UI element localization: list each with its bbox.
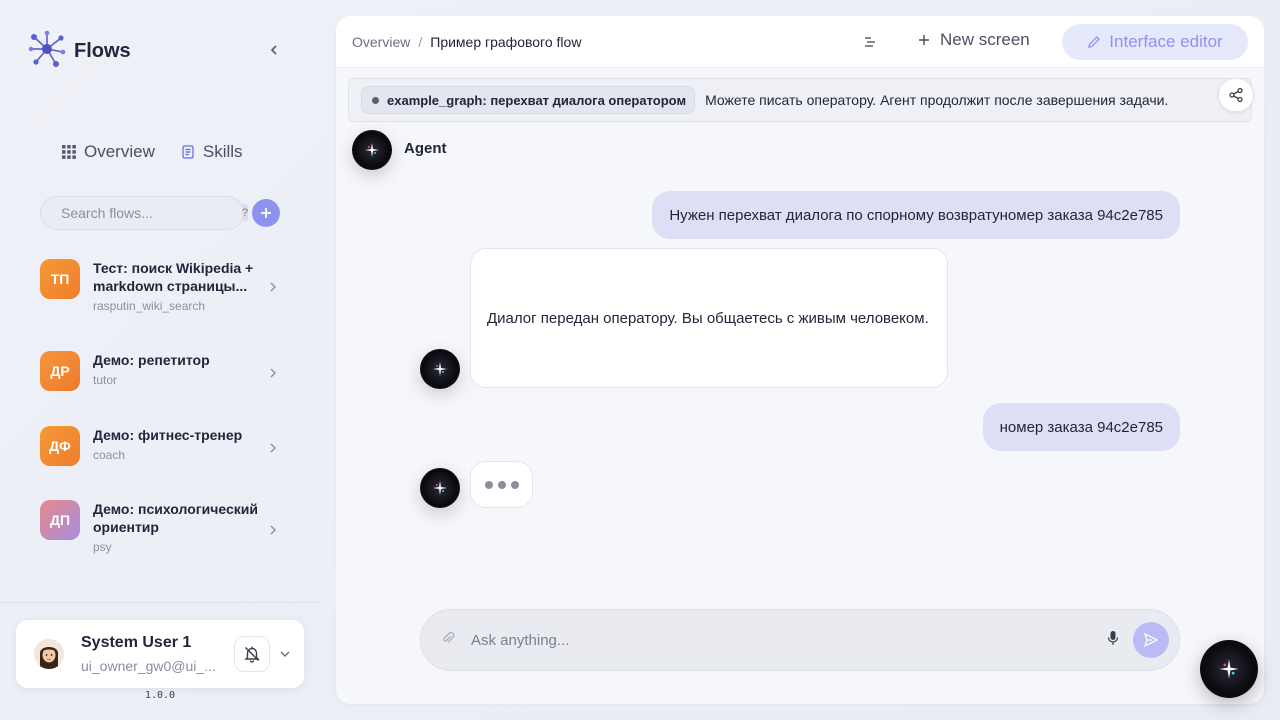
flow-slug: coach	[93, 448, 126, 462]
plus-icon	[919, 35, 929, 45]
grid-icon	[62, 145, 76, 159]
top-bar: Overview / Пример графового flow New scr…	[336, 16, 1264, 68]
microphone-icon[interactable]	[1107, 630, 1119, 651]
interface-editor-button[interactable]: Interface editor	[1062, 24, 1248, 60]
chevron-right-icon	[270, 522, 276, 538]
flow-item[interactable]: ДР Демо: репетитор tutor	[40, 351, 284, 391]
breadcrumb-current: Пример графового flow	[430, 33, 582, 50]
bell-off-icon	[244, 646, 260, 663]
status-badge: example_graph: перехват диалога оператор…	[361, 86, 696, 114]
chevron-right-icon	[270, 279, 276, 295]
attachment-icon[interactable]	[441, 630, 455, 651]
new-screen-button[interactable]: New screen	[918, 30, 1030, 50]
brand[interactable]: Flows	[28, 30, 131, 73]
sidebar: Flows Overview Skills ? ТП Тест: поиск W…	[0, 0, 320, 720]
flow-slug: psy	[93, 540, 112, 554]
flow-item[interactable]: ДФ Демо: фитнес-тренер coach	[40, 426, 284, 466]
avatar	[34, 639, 64, 669]
status-dot	[372, 96, 379, 104]
user-message: Нужен перехват диалога по спорному возвр…	[652, 191, 1180, 239]
flow-avatar: ДП	[40, 500, 80, 540]
flow-item[interactable]: ТП Тест: поиск Wikipedia + markdown стра…	[40, 259, 284, 313]
outline-menu-icon[interactable]	[862, 34, 878, 50]
chat-composer	[420, 609, 1180, 671]
plus-icon	[261, 208, 271, 218]
chevron-down-icon[interactable]	[280, 648, 290, 660]
chat-input[interactable]	[471, 631, 1107, 649]
nav-overview-label: Overview	[84, 142, 155, 161]
sparkle-icon	[1219, 659, 1239, 679]
flow-title: Тест: поиск Wikipedia + markdown страниц…	[93, 260, 254, 294]
chevron-right-icon	[270, 440, 276, 456]
search-input[interactable]	[61, 205, 242, 221]
share-icon	[1229, 87, 1243, 103]
agent-header: Agent	[352, 130, 447, 170]
flow-slug: tutor	[93, 373, 118, 387]
sparkle-icon	[365, 143, 379, 157]
share-button[interactable]	[1218, 78, 1254, 112]
user-message: номер заказа 94c2e785	[982, 403, 1180, 451]
scroll-icon	[182, 145, 194, 159]
chevron-right-icon	[270, 365, 276, 381]
typing-indicator	[470, 461, 533, 508]
flow-avatar: ДР	[40, 351, 80, 391]
flows-logo-icon	[28, 30, 66, 73]
nav-overview[interactable]: Overview	[62, 142, 155, 162]
nav-skills-label: Skills	[202, 142, 243, 161]
interface-editor-label: Interface editor	[1109, 32, 1223, 51]
typing-dot	[510, 480, 519, 489]
user-email: ui_owner_gw0@ui_...	[81, 658, 216, 674]
flow-title: Демо: фитнес-тренер	[93, 427, 243, 443]
agent-name: Agent	[404, 139, 447, 157]
breadcrumb-root[interactable]: Overview	[352, 34, 410, 50]
agent-avatar	[420, 468, 460, 508]
user-name: System User 1	[81, 634, 192, 651]
chevron-left-icon	[270, 45, 277, 55]
operator-status-banner: example_graph: перехват диалога оператор…	[348, 78, 1252, 122]
typing-dot	[497, 480, 506, 489]
new-screen-label: New screen	[940, 30, 1030, 49]
breadcrumb-separator: /	[418, 33, 423, 50]
flow-avatar: ДФ	[40, 426, 80, 466]
nav-skills[interactable]: Skills	[181, 142, 243, 162]
agent-avatar	[352, 130, 392, 170]
search-box: ?	[40, 196, 249, 230]
flow-title: Демо: репетитор	[93, 352, 210, 368]
agent-avatar	[420, 349, 460, 389]
agent-message: Диалог передан оператору. Вы общаетесь с…	[470, 248, 948, 388]
app-name: Flows	[74, 40, 131, 62]
flow-avatar: ТП	[40, 259, 80, 299]
flow-title: Демо: психологический ориентир	[93, 501, 258, 535]
sidebar-nav: Overview Skills	[62, 142, 243, 162]
add-flow-button[interactable]	[252, 199, 280, 227]
user-card[interactable]: System User 1 ui_owner_gw0@ui_...	[16, 620, 304, 688]
app-version: 1.0.0	[144, 690, 176, 701]
pencil-icon	[1088, 36, 1101, 48]
status-tag-label: example_graph: перехват диалога оператор…	[387, 92, 687, 108]
search-help-icon[interactable]: ?	[242, 204, 249, 222]
send-icon	[1143, 632, 1159, 648]
notifications-button[interactable]	[234, 636, 270, 672]
flow-slug: rasputin_wiki_search	[93, 299, 206, 313]
collapse-sidebar-button[interactable]	[264, 40, 284, 60]
flow-item[interactable]: ДП Демо: психологический ориентир psy	[40, 500, 284, 554]
assistant-fab[interactable]	[1200, 640, 1258, 698]
typing-dot	[484, 480, 493, 489]
main-panel: Overview / Пример графового flow New scr…	[336, 16, 1264, 704]
sparkle-icon	[433, 481, 447, 495]
sparkle-icon	[433, 362, 447, 376]
send-button[interactable]	[1133, 622, 1169, 658]
sidebar-divider	[0, 602, 320, 603]
status-message: Можете писать оператору. Агент продолжит…	[705, 92, 1169, 108]
